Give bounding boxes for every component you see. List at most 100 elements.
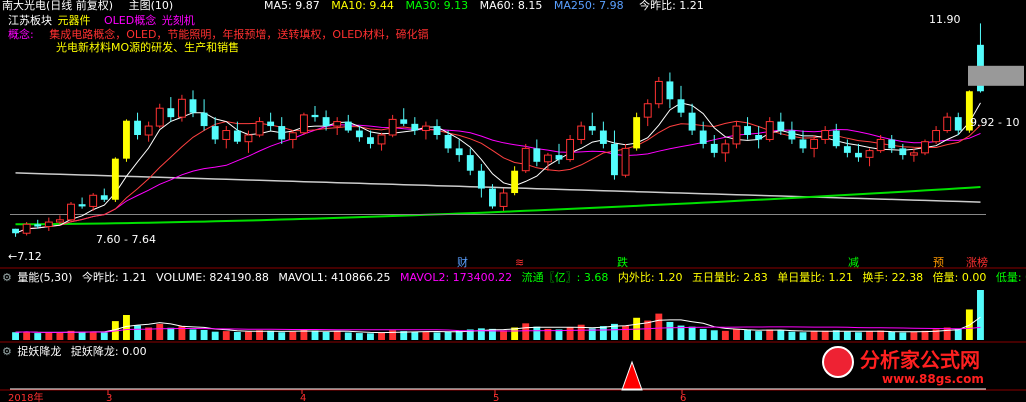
candle-body [744, 126, 751, 135]
candle-body [299, 114, 308, 134]
volume-bar [954, 328, 962, 340]
ma60-label: MA60: 8.15 [479, 0, 543, 12]
watermark-brand: 分析家公式网 [860, 348, 980, 372]
candle-body [400, 119, 408, 124]
candle-body [699, 130, 707, 144]
axis-month-4: 4 [300, 393, 307, 402]
volume-bar [189, 329, 197, 340]
volume-bar [799, 332, 807, 340]
volume-bar [78, 331, 86, 340]
volume-value: VOLUME: 824190.88 [156, 271, 269, 284]
candle-body [643, 103, 652, 118]
candle-body [765, 121, 774, 140]
candle-body [377, 134, 386, 145]
candle-body [12, 228, 19, 234]
volume-bar [411, 331, 419, 340]
volume-bar [710, 330, 718, 340]
candle-body [909, 152, 918, 156]
volume-bar [688, 326, 696, 340]
candle-body [89, 194, 98, 207]
volume-bar [389, 330, 397, 340]
ma10-label: MA10: 9.44 [331, 0, 394, 12]
volume-bar [943, 327, 951, 340]
volume-bar [810, 331, 818, 340]
main-indicator-label[interactable]: 主图(10) [129, 0, 174, 12]
event-marker-wave[interactable]: ≋ [515, 256, 524, 269]
volume-settings-icon[interactable]: ⚙ [2, 271, 12, 284]
candle-body [489, 188, 496, 207]
volume-bar [344, 332, 352, 340]
candle-body [888, 139, 896, 149]
event-marker-reduce[interactable]: 减 [848, 256, 859, 269]
candle-body [421, 125, 430, 132]
candle-body [333, 121, 342, 127]
event-marker-finance[interactable]: 财 [457, 256, 468, 269]
volume-bar [367, 333, 374, 340]
candle-body [155, 107, 164, 127]
event-marker-rank[interactable]: 涨榜 [966, 256, 988, 269]
candle-body [477, 170, 485, 189]
candle-body [111, 158, 119, 200]
low-price-label: ←7.12 [8, 250, 42, 263]
volume-bar [599, 326, 607, 340]
volume-bar [23, 331, 31, 340]
candle-body [322, 117, 330, 127]
candle-body [144, 125, 153, 136]
candle-body [555, 155, 563, 160]
axis-month-3: 3 [106, 393, 113, 402]
volume-bar [378, 332, 385, 340]
candle-body [244, 134, 253, 143]
candle-body [876, 138, 885, 152]
indicator-title[interactable]: 捉妖降龙 [17, 345, 61, 358]
volume-bar [500, 330, 507, 340]
candle-body [543, 154, 552, 163]
volume-bar [56, 332, 64, 340]
volume-bar [777, 330, 785, 340]
candle-body [222, 130, 231, 140]
axis-month-5: 5 [493, 393, 500, 402]
candle-body [611, 143, 618, 176]
candle-body [78, 204, 86, 207]
candle-body [433, 126, 441, 135]
indicator-settings-icon[interactable]: ⚙ [2, 345, 12, 358]
indicator-value: 捉妖降龙: 0.00 [70, 345, 147, 358]
volume-bar [899, 332, 907, 340]
candle-body [677, 99, 685, 113]
current-price-label: 9.92 - 10 [970, 116, 1020, 129]
candle-body [832, 130, 840, 147]
candle-body [799, 139, 807, 149]
business-line: 光电新材料MO源的研发、生产和销售 [56, 41, 240, 54]
volume-bar [134, 325, 141, 340]
ma250-line [15, 172, 981, 203]
event-marker-drop[interactable]: 跌 [617, 256, 628, 269]
candle-body [411, 123, 419, 131]
volume-bar [877, 330, 885, 340]
volume-bar [289, 331, 297, 340]
axis-month-6: 6 [680, 393, 687, 402]
volume-bar [977, 290, 984, 340]
indicator-spike [621, 360, 643, 391]
candle-body [34, 224, 42, 227]
candle-body [211, 126, 219, 140]
volume-bar [233, 331, 241, 340]
candle-body [255, 121, 264, 136]
volume-bar [910, 331, 918, 340]
candle-body [954, 117, 962, 131]
candle-body [577, 125, 586, 140]
candle-body [388, 118, 397, 136]
volume-title[interactable]: 量能(5,30) [17, 271, 72, 284]
volume-bar [156, 323, 164, 340]
volume-bar [733, 328, 740, 340]
stock-title[interactable]: 南大光电(日线 前复权) [2, 0, 113, 12]
volume-bar [222, 331, 230, 340]
event-marker-forecast[interactable]: 预 [933, 256, 944, 269]
volume-bar [89, 331, 97, 340]
stock-chart-window: 南大光电(日线 前复权) 主图(10) MA5: 9.87 MA10: 9.44… [0, 0, 1026, 402]
candle-body [278, 126, 286, 140]
candle-body [810, 138, 819, 149]
low-volume: 低量: 0 [995, 271, 1026, 284]
candle-body [288, 132, 297, 140]
volume-bar [167, 327, 175, 340]
volume-bar [433, 332, 441, 340]
candle-body [777, 121, 785, 131]
